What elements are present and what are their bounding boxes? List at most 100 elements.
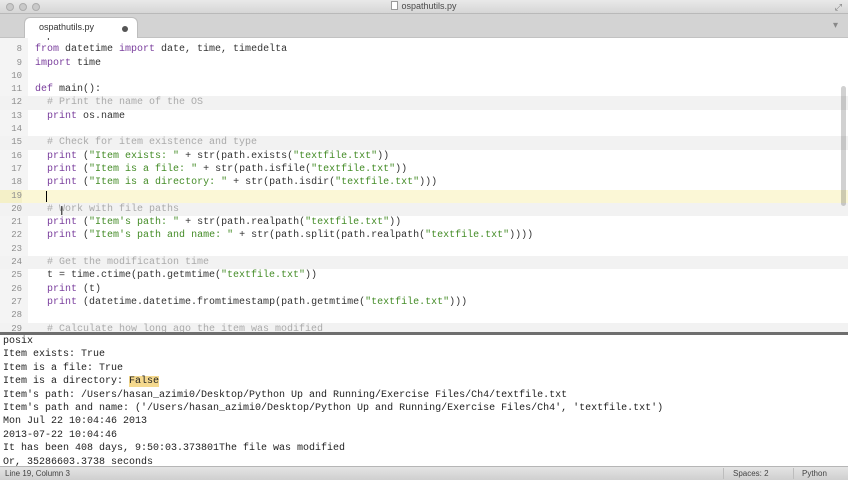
tab-close-icon[interactable] [122,26,128,32]
line-number: 25 [11,270,22,281]
line-number: 21 [11,217,22,228]
plain-token: )) [389,217,402,229]
console-text: Item's path: /Users/hasan_azimi0/Desktop… [3,389,568,401]
syntax-selector[interactable]: Python [802,469,827,478]
console-text: Item's path and name: ('/Users/hasan_azi… [3,402,664,414]
keyword-token: print [47,150,78,162]
line-number: 15 [11,137,22,148]
line-number: 28 [11,310,22,321]
code-text: t = time.ctime(path.getmtime("textfile.t… [35,269,317,282]
code-text: print os.name [35,110,125,123]
code-line[interactable]: 8 from datetime import date, time, timede… [0,43,848,56]
keyword-token: from [35,44,60,56]
keyword-token: import [119,44,156,56]
line-number: 13 [11,110,22,121]
editor-scrollbar-thumb[interactable] [841,86,846,206]
plain-token: ( [77,177,90,189]
output-console[interactable]: posix Item exists: True Item is a file: Tr… [0,332,848,466]
find-highlight: False [129,376,160,388]
plain-token: )) [395,163,408,175]
title-bar: ospathutils.py ⤢ [0,0,848,14]
line-number: 8 [16,44,22,55]
keyword-token: def [35,84,54,96]
plain-token: ( [77,163,90,175]
code-line[interactable]: 10 [0,70,848,83]
code-line[interactable]: 24 # Get the modification time [0,256,848,270]
code-line[interactable]: 14 [0,123,848,136]
plain-token: + str(path.split(path.realpath( [233,230,426,242]
console-line: It has been 408 days, 9:50:03.373801The … [0,442,848,455]
string-token: "textfile.txt" [221,270,306,282]
code-text: import time [35,57,101,70]
code-line[interactable]: 20 # Work with file paths [0,202,848,217]
code-line[interactable]: 11 def main(): [0,83,848,96]
window-title-text: ospathutils.py [401,1,457,11]
keyword-token: print [47,177,78,189]
line-number: 10 [11,70,22,81]
code-line[interactable]: 26 print (t) [0,283,848,296]
string-token: "Item is a directory: " [89,177,228,189]
console-text: Item exists: True [3,349,106,361]
code-line[interactable]: 28 [0,309,848,322]
string-token: "Item's path and name: " [89,230,234,242]
code-line[interactable]: 15 # Check for item existence and type [0,136,848,150]
plain-token: t = time.ctime(path.getmtime( [35,270,222,282]
plain-token: + str(path.isdir( [227,177,336,189]
code-line[interactable]: 25 t = time.ctime(path.getmtime("textfil… [0,269,848,282]
code-text: print ("Item is a file: " + str(path.isf… [35,163,407,176]
string-token: "textfile.txt" [365,296,450,308]
plain-token: )) [377,150,390,162]
code-line[interactable]: 18 print ("Item is a directory: " + str(… [0,176,848,189]
plain-token: ( [77,150,90,162]
string-token: "textfile.txt" [425,230,510,242]
keyword-token: print [47,217,78,229]
code-line[interactable]: 17 print ("Item is a file: " + str(path.… [0,163,848,176]
string-token: "textfile.txt" [311,163,396,175]
comment-token: # Check for item existence and type [47,137,258,149]
tab-overflow-icon[interactable]: ▾ [833,20,838,31]
fullscreen-icon[interactable]: ⤢ [835,2,842,13]
code-line[interactable]: 13 print os.name [0,110,848,123]
console-line: Mon Jul 22 10:04:46 2013 [0,415,848,428]
tab-ospathutils[interactable]: ospathutils.py [24,17,138,38]
file-icon [391,1,399,10]
tab-bar: ospathutils.py ▾ [0,14,848,38]
keyword-token: print [47,283,78,295]
console-text: Mon Jul 22 10:04:46 2013 [3,416,148,428]
editor-scrollbar[interactable] [840,38,848,332]
code-text: print (t) [35,283,101,296]
code-line[interactable]: 16 print ("Item exists: " + str(path.exi… [0,150,848,163]
console-text: posix [3,336,34,347]
code-text: # Check for item existence and type [35,136,257,149]
line-number: 27 [11,296,22,307]
keyword-token: print [47,110,78,122]
code-line[interactable]: 29 # Calculate how long ago the item was… [0,322,848,332]
code-line[interactable]: 9 import time [0,57,848,70]
code-line[interactable]: 19 [0,189,848,203]
code-line[interactable]: 12 # Print the name of the OS [0,96,848,110]
plain-token: (datetime.datetime.fromtimestamp(path.ge… [77,296,366,308]
code-line[interactable]: 23 [0,243,848,256]
console-line: posix [0,335,848,348]
indentation-selector[interactable]: Spaces: 2 [733,469,769,478]
code-line[interactable]: 27 print (datetime.datetime.fromtimestam… [0,296,848,309]
cursor-position: Line 19, Column 3 [5,469,70,478]
code-line[interactable]: 21 print ("Item's path: " + str(path.rea… [0,216,848,229]
code-line[interactable]: 22 print ("Item's path and name: " + str… [0,229,848,242]
code-editor[interactable]: import datetime 8 from datetime import dat… [0,38,848,332]
plain-token: (t) [77,283,102,295]
code-text: # Calculate how long ago the item was mo… [35,323,323,332]
code-text: print ("Item's path: " + str(path.realpa… [35,216,401,229]
console-line: 2013-07-22 10:04:46 [0,429,848,442]
code-text: print ("Item is a directory: " + str(pat… [35,176,437,189]
line-number: 17 [11,163,22,174]
keyword-token: print [47,163,78,175]
